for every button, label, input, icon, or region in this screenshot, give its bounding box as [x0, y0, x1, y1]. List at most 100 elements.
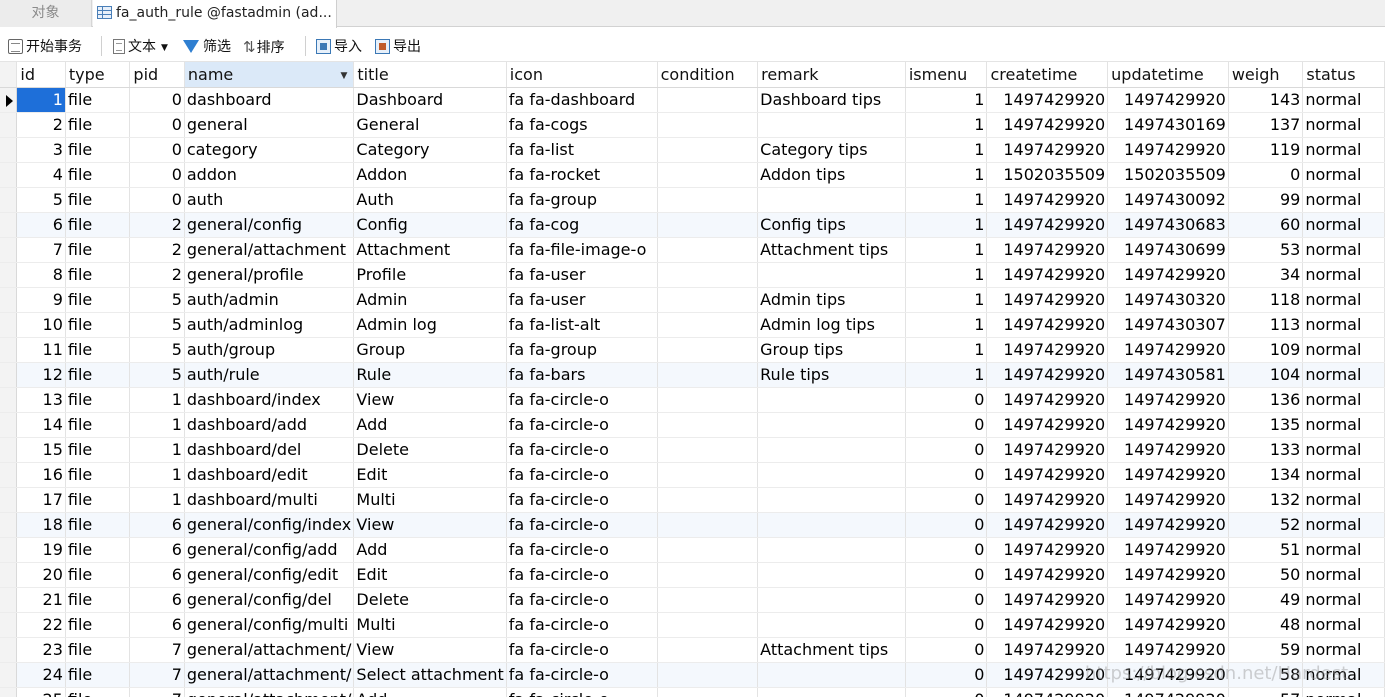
- cell-weigh[interactable]: 53: [1228, 237, 1304, 263]
- table-row[interactable]: 17 file 1 dashboard/multi Multi fa fa-circle-…: [0, 487, 1385, 513]
- cell-icon[interactable]: fa fa-circle-o: [506, 537, 658, 563]
- cell-createtime[interactable]: 1497429920: [986, 262, 1109, 288]
- cell-icon[interactable]: fa fa-circle-o: [506, 562, 658, 588]
- column-header-updatetime[interactable]: updatetime: [1107, 62, 1229, 88]
- cell-remark[interactable]: [757, 437, 906, 463]
- cell-title[interactable]: Profile: [353, 262, 507, 288]
- row-indicator[interactable]: [0, 387, 18, 413]
- row-indicator[interactable]: [0, 112, 18, 138]
- cell-pid[interactable]: 2: [129, 237, 185, 263]
- cell-name[interactable]: category: [184, 137, 355, 163]
- cell-title[interactable]: Add: [353, 412, 507, 438]
- cell-status[interactable]: normal: [1302, 612, 1385, 638]
- table-row[interactable]: 22 file 6 general/config/multi Multi fa fa-ci…: [0, 612, 1385, 638]
- cell-pid[interactable]: 6: [129, 587, 185, 613]
- cell-ismenu[interactable]: 1: [905, 362, 988, 388]
- row-indicator[interactable]: [0, 437, 18, 463]
- table-row[interactable]: 1 file 0 dashboard Dashboard fa fa-dashboard D…: [0, 87, 1385, 113]
- cell-name[interactable]: general/config/multi: [184, 612, 355, 638]
- cell-condition[interactable]: [657, 662, 759, 688]
- sort-button[interactable]: ⇅排序: [243, 37, 285, 57]
- cell-condition[interactable]: [657, 187, 759, 213]
- cell-id[interactable]: 3: [16, 137, 66, 163]
- column-header-remark[interactable]: remark: [757, 62, 906, 88]
- cell-name[interactable]: general/profile: [184, 262, 355, 288]
- cell-weigh[interactable]: 52: [1228, 512, 1304, 538]
- cell-status[interactable]: normal: [1302, 512, 1385, 538]
- cell-icon[interactable]: fa fa-list: [506, 137, 658, 163]
- cell-icon[interactable]: fa fa-list-alt: [506, 312, 658, 338]
- cell-type[interactable]: file: [65, 487, 131, 513]
- cell-icon[interactable]: fa fa-circle-o: [506, 512, 658, 538]
- cell-title[interactable]: View: [353, 512, 507, 538]
- cell-type[interactable]: file: [65, 587, 131, 613]
- cell-ismenu[interactable]: 0: [905, 412, 988, 438]
- row-indicator[interactable]: [0, 162, 18, 188]
- cell-status[interactable]: normal: [1302, 587, 1385, 613]
- cell-pid[interactable]: 2: [129, 262, 185, 288]
- cell-condition[interactable]: [657, 512, 759, 538]
- cell-pid[interactable]: 6: [129, 562, 185, 588]
- cell-condition[interactable]: [657, 387, 759, 413]
- table-row[interactable]: 4 file 0 addon Addon fa fa-rocket Addon tips 1 1…: [0, 162, 1385, 188]
- cell-remark[interactable]: Admin log tips: [757, 312, 906, 338]
- cell-updatetime[interactable]: 1497429920: [1107, 137, 1229, 163]
- cell-id[interactable]: 21: [16, 587, 66, 613]
- cell-remark[interactable]: [757, 262, 906, 288]
- table-row[interactable]: 25file7general/attachment/Addfa fa-circl…: [0, 687, 1385, 697]
- cell-updatetime[interactable]: 1502035509: [1107, 162, 1229, 188]
- cell-createtime[interactable]: 1497429920: [986, 387, 1109, 413]
- cell-type[interactable]: file: [65, 212, 131, 238]
- cell-remark[interactable]: [757, 512, 906, 538]
- cell-name[interactable]: dashboard/index: [184, 387, 355, 413]
- cell-title[interactable]: Delete: [353, 437, 507, 463]
- cell-createtime[interactable]: 1497429920: [986, 662, 1109, 688]
- cell-pid[interactable]: 0: [129, 162, 185, 188]
- cell-updatetime[interactable]: 1497429920: [1107, 612, 1229, 638]
- cell-ismenu[interactable]: 0: [905, 487, 988, 513]
- cell-updatetime[interactable]: 1497429920: [1107, 387, 1229, 413]
- cell-title[interactable]: Group: [353, 337, 507, 363]
- row-indicator[interactable]: [0, 137, 18, 163]
- cell-pid[interactable]: 0: [129, 137, 185, 163]
- cell-id[interactable]: 2: [16, 112, 66, 138]
- cell-condition[interactable]: [657, 412, 759, 438]
- cell-id[interactable]: 11: [16, 337, 66, 363]
- cell-weigh[interactable]: 135: [1228, 412, 1304, 438]
- column-header-id[interactable]: id: [16, 62, 66, 88]
- cell-weigh[interactable]: 119: [1228, 137, 1304, 163]
- cell-ismenu[interactable]: 1: [905, 162, 988, 188]
- cell-ismenu[interactable]: 1: [905, 262, 988, 288]
- cell-name[interactable]: general/config/add: [184, 537, 355, 563]
- cell-createtime[interactable]: 1497429920: [986, 362, 1109, 388]
- cell-ismenu[interactable]: 0: [905, 387, 988, 413]
- cell-status[interactable]: normal: [1302, 337, 1385, 363]
- table-row[interactable]: 15 file 1 dashboard/del Delete fa fa-circle-o…: [0, 437, 1385, 463]
- cell-updatetime[interactable]: 1497430092: [1107, 187, 1229, 213]
- cell-remark[interactable]: Group tips: [757, 337, 906, 363]
- row-indicator[interactable]: [0, 337, 18, 363]
- cell-ismenu[interactable]: 0: [905, 687, 988, 697]
- current-row-indicator[interactable]: [0, 87, 18, 113]
- cell-type[interactable]: file: [65, 312, 131, 338]
- table-row[interactable]: 7 file 2 general/attachment Attachment fa fa-…: [0, 237, 1385, 263]
- cell-id[interactable]: 14: [16, 412, 66, 438]
- table-row[interactable]: 2 file 0 general General fa fa-cogs 1 149742992…: [0, 112, 1385, 138]
- cell-id[interactable]: 17: [16, 487, 66, 513]
- cell-remark[interactable]: Config tips: [757, 212, 906, 238]
- cell-updatetime[interactable]: 1497429920: [1107, 437, 1229, 463]
- cell-condition[interactable]: [657, 637, 759, 663]
- cell-type[interactable]: file: [65, 512, 131, 538]
- cell-updatetime[interactable]: 1497430683: [1107, 212, 1229, 238]
- cell-name[interactable]: dashboard/multi: [184, 487, 355, 513]
- cell-type[interactable]: file: [65, 562, 131, 588]
- cell-icon[interactable]: fa fa-circle-o: [506, 587, 658, 613]
- cell-id[interactable]: 24: [16, 662, 66, 688]
- cell-pid[interactable]: 6: [129, 612, 185, 638]
- cell-remark[interactable]: [757, 662, 906, 688]
- cell-icon[interactable]: fa fa-circle-o: [506, 687, 658, 697]
- cell-icon[interactable]: fa fa-user: [506, 287, 658, 313]
- cell-title[interactable]: View: [353, 387, 507, 413]
- cell-name[interactable]: auth/group: [184, 337, 355, 363]
- cell-condition[interactable]: [657, 612, 759, 638]
